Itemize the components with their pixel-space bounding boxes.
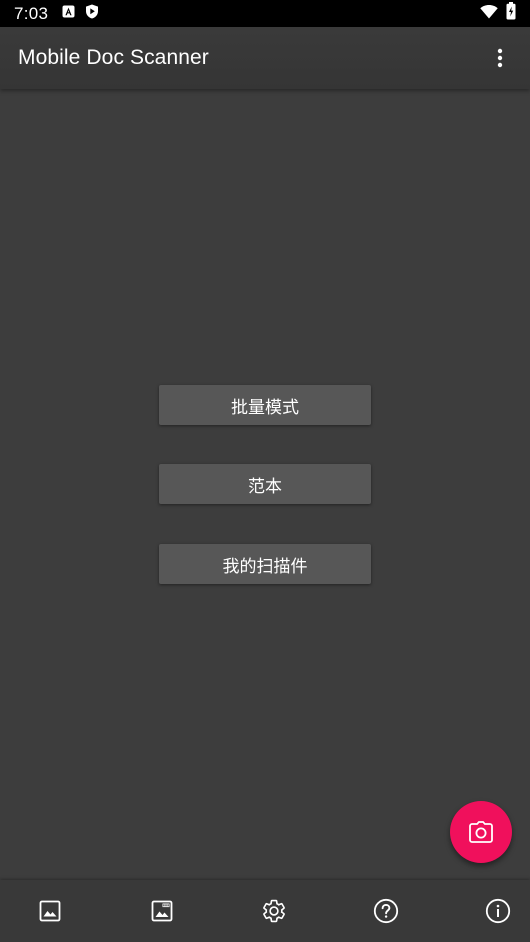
app-title: Mobile Doc Scanner (18, 46, 209, 69)
batch-mode-button[interactable]: 批量模式 (159, 385, 371, 425)
info-button[interactable] (468, 880, 528, 942)
image-icon (39, 900, 61, 922)
pdf-gallery-button[interactable] (132, 880, 192, 942)
help-circle-icon (373, 898, 399, 924)
screen: 7:03 Mobile Doc Scanner 批量模式 范本 我的扫描件 (0, 0, 530, 942)
gallery-button[interactable] (20, 880, 80, 942)
more-vert-icon (497, 48, 503, 68)
overflow-menu-button[interactable] (488, 40, 512, 76)
bottom-navigation (0, 880, 530, 942)
status-bar: 7:03 (0, 0, 530, 27)
help-button[interactable] (356, 880, 416, 942)
templates-button[interactable]: 范本 (159, 464, 371, 504)
pdf-image-icon (151, 900, 173, 922)
battery-icon (506, 2, 516, 25)
wifi-icon (480, 4, 498, 24)
status-notification-icons (62, 4, 99, 24)
status-system-icons (480, 2, 516, 25)
camera-icon (469, 821, 493, 843)
gear-icon (263, 899, 285, 923)
status-time: 7:03 (14, 3, 49, 23)
info-circle-icon (485, 898, 511, 924)
my-scans-button[interactable]: 我的扫描件 (159, 544, 371, 584)
shield-icon (85, 4, 99, 24)
settings-button[interactable] (244, 880, 304, 942)
autofill-icon (62, 5, 75, 23)
app-bar: Mobile Doc Scanner (0, 27, 530, 89)
camera-fab-button[interactable] (450, 801, 512, 863)
